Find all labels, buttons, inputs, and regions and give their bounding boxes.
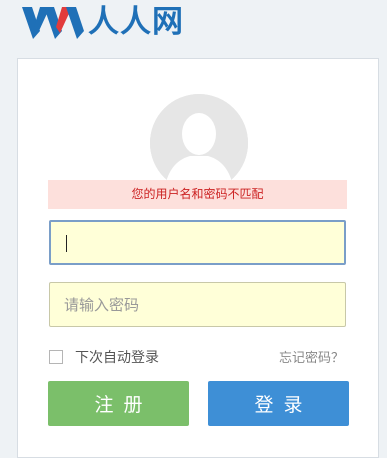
password-input[interactable] xyxy=(49,282,346,327)
text-cursor xyxy=(66,235,67,252)
login-error-message: 您的用户名和密码不匹配 xyxy=(48,180,347,209)
remember-me-option[interactable]: 下次自动登录 xyxy=(49,347,159,367)
register-button[interactable]: 注册 xyxy=(48,381,189,426)
renren-logo-icon xyxy=(22,7,84,39)
login-button[interactable]: 登录 xyxy=(208,381,349,426)
default-avatar-icon xyxy=(150,94,248,192)
username-input[interactable] xyxy=(49,220,346,265)
brand-name: 人人网 xyxy=(88,4,184,40)
forgot-password-link[interactable]: 忘记密码？ xyxy=(279,347,344,366)
remember-me-label: 下次自动登录 xyxy=(75,350,159,366)
remember-me-checkbox[interactable] xyxy=(49,350,63,364)
site-logo[interactable]: 人人网 xyxy=(20,2,184,42)
login-card: 您的用户名和密码不匹配 下次自动登录 忘记密码？ 注册 登录 xyxy=(17,58,379,458)
